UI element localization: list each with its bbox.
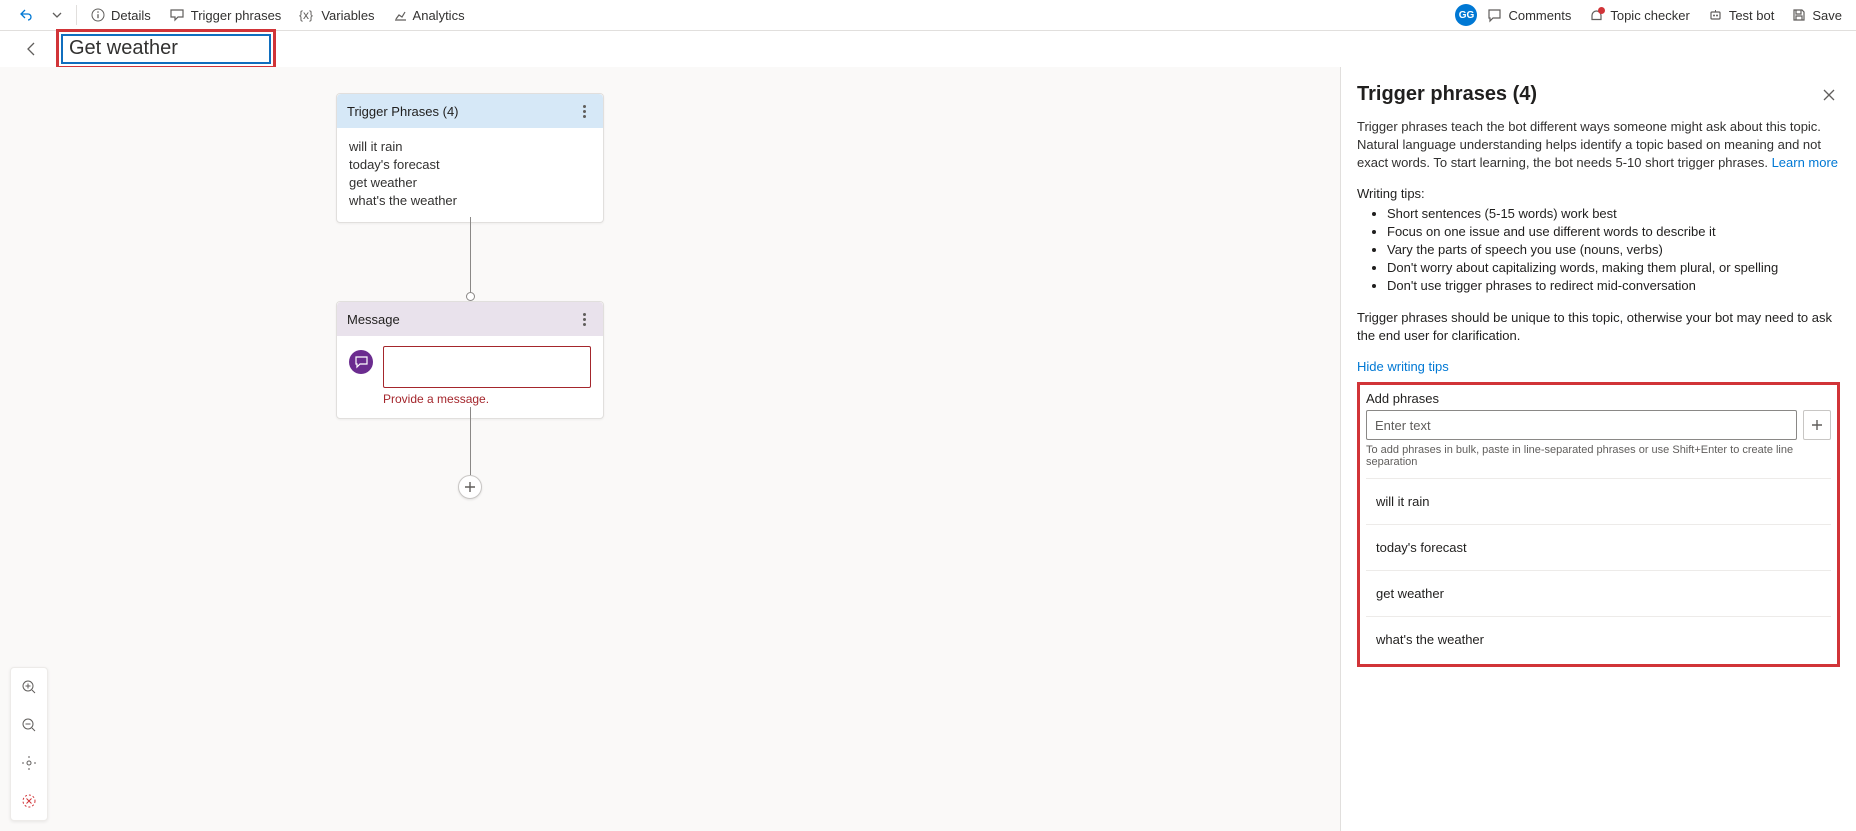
trigger-node-title: Trigger Phrases (4) bbox=[347, 104, 459, 119]
comments-button[interactable]: Comments bbox=[1479, 0, 1579, 30]
authoring-canvas[interactable]: Trigger Phrases (4) will it rain today's… bbox=[0, 67, 1341, 831]
panel-description: Trigger phrases teach the bot different … bbox=[1357, 118, 1840, 172]
details-label: Details bbox=[111, 8, 151, 23]
tip-item: Don't worry about capitalizing words, ma… bbox=[1387, 259, 1840, 277]
message-node-title: Message bbox=[347, 312, 400, 327]
phrase-row[interactable]: today's forecast bbox=[1366, 524, 1831, 570]
add-phrase-input[interactable] bbox=[1366, 410, 1797, 440]
save-icon bbox=[1792, 8, 1806, 22]
close-icon bbox=[1822, 88, 1836, 102]
phrase-list: will it rain today's forecast get weathe… bbox=[1366, 478, 1831, 662]
trigger-phrases-label: Trigger phrases bbox=[191, 8, 282, 23]
topic-checker-icon bbox=[1589, 8, 1604, 23]
test-bot-label: Test bot bbox=[1729, 8, 1775, 23]
connector-port[interactable] bbox=[466, 292, 475, 301]
bot-icon bbox=[1708, 8, 1723, 23]
trigger-item: today's forecast bbox=[349, 156, 591, 174]
hide-writing-tips-link[interactable]: Hide writing tips bbox=[1357, 359, 1449, 374]
chat-icon bbox=[169, 7, 185, 23]
trigger-item: what's the weather bbox=[349, 192, 591, 210]
tip-item: Short sentences (5-15 words) work best bbox=[1387, 205, 1840, 223]
tips-heading: Writing tips: bbox=[1357, 186, 1840, 201]
zoom-in-icon bbox=[21, 679, 37, 695]
message-node[interactable]: Message Provide a message. bbox=[336, 301, 604, 419]
message-node-header: Message bbox=[337, 302, 603, 336]
variable-icon: {x} bbox=[299, 8, 315, 22]
add-node-button[interactable] bbox=[458, 475, 482, 499]
info-icon bbox=[91, 8, 105, 22]
connector-line bbox=[470, 407, 471, 475]
reset-icon bbox=[21, 793, 37, 809]
topic-checker-button[interactable]: Topic checker bbox=[1581, 0, 1697, 30]
trigger-phrases-button[interactable]: Trigger phrases bbox=[161, 0, 290, 30]
fit-to-screen-button[interactable] bbox=[11, 744, 47, 782]
phrase-row[interactable]: what's the weather bbox=[1366, 616, 1831, 662]
undo-icon bbox=[18, 7, 34, 23]
analytics-label: Analytics bbox=[413, 8, 465, 23]
zoom-in-button[interactable] bbox=[11, 668, 47, 706]
add-phrases-highlight: Add phrases To add phrases in bulk, past… bbox=[1357, 382, 1840, 667]
history-dropdown[interactable] bbox=[44, 0, 70, 30]
tip-item: Vary the parts of speech you use (nouns,… bbox=[1387, 241, 1840, 259]
details-button[interactable]: Details bbox=[83, 0, 159, 30]
divider bbox=[76, 5, 77, 25]
phrase-row[interactable]: will it rain bbox=[1366, 478, 1831, 524]
plus-icon bbox=[1811, 419, 1823, 431]
title-bar bbox=[0, 31, 1856, 67]
arrow-left-icon bbox=[24, 41, 40, 57]
analytics-button[interactable]: Analytics bbox=[385, 0, 473, 30]
user-avatar[interactable]: GG bbox=[1455, 4, 1477, 26]
svg-text:{x}: {x} bbox=[299, 8, 313, 22]
chat-bubble-icon bbox=[355, 356, 368, 369]
close-panel-button[interactable] bbox=[1818, 84, 1840, 106]
zoom-out-icon bbox=[21, 717, 37, 733]
add-phrase-hint: To add phrases in bulk, paste in line-se… bbox=[1366, 444, 1831, 468]
chevron-down-icon bbox=[52, 10, 62, 20]
trigger-phrases-node[interactable]: Trigger Phrases (4) will it rain today's… bbox=[336, 93, 604, 223]
back-button[interactable] bbox=[18, 35, 46, 63]
trigger-node-header: Trigger Phrases (4) bbox=[337, 94, 603, 128]
message-text-input[interactable] bbox=[383, 346, 591, 388]
panel-title: Trigger phrases (4) bbox=[1357, 83, 1537, 106]
top-toolbar: Details Trigger phrases {x} Variables An… bbox=[0, 0, 1856, 31]
writing-tips-list: Short sentences (5-15 words) work best F… bbox=[1387, 205, 1840, 295]
message-icon bbox=[349, 350, 373, 374]
zoom-out-button[interactable] bbox=[11, 706, 47, 744]
reset-button[interactable] bbox=[11, 782, 47, 820]
analytics-icon bbox=[393, 8, 407, 22]
trigger-item: will it rain bbox=[349, 138, 591, 156]
zoom-toolbar bbox=[10, 667, 48, 821]
tip-item: Don't use trigger phrases to redirect mi… bbox=[1387, 277, 1840, 295]
add-phrase-button[interactable] bbox=[1803, 410, 1831, 440]
message-error-text: Provide a message. bbox=[383, 392, 591, 406]
panel-heading: Trigger phrases (4) bbox=[1357, 83, 1840, 106]
trigger-node-menu[interactable] bbox=[575, 105, 593, 118]
undo-button[interactable] bbox=[10, 0, 42, 30]
add-phrases-label: Add phrases bbox=[1366, 391, 1831, 406]
topic-title-highlight bbox=[56, 29, 276, 69]
learn-more-link[interactable]: Learn more bbox=[1772, 155, 1838, 170]
unique-note: Trigger phrases should be unique to this… bbox=[1357, 309, 1840, 345]
phrase-row[interactable]: get weather bbox=[1366, 570, 1831, 616]
trigger-phrases-panel: Trigger phrases (4) Trigger phrases teac… bbox=[1341, 67, 1856, 831]
plus-icon bbox=[464, 481, 476, 493]
connector-line bbox=[470, 217, 471, 294]
fit-icon bbox=[21, 755, 37, 771]
message-node-menu[interactable] bbox=[575, 313, 593, 326]
save-label: Save bbox=[1812, 8, 1842, 23]
variables-button[interactable]: {x} Variables bbox=[291, 0, 382, 30]
tip-item: Focus on one issue and use different wor… bbox=[1387, 223, 1840, 241]
save-button[interactable]: Save bbox=[1784, 0, 1850, 30]
variables-label: Variables bbox=[321, 8, 374, 23]
topic-title-input[interactable] bbox=[61, 34, 271, 64]
trigger-item: get weather bbox=[349, 174, 591, 192]
topic-checker-label: Topic checker bbox=[1610, 8, 1689, 23]
topic-checker-badge bbox=[1589, 8, 1604, 23]
test-bot-button[interactable]: Test bot bbox=[1700, 0, 1783, 30]
comment-icon bbox=[1487, 8, 1502, 23]
comments-label: Comments bbox=[1508, 8, 1571, 23]
